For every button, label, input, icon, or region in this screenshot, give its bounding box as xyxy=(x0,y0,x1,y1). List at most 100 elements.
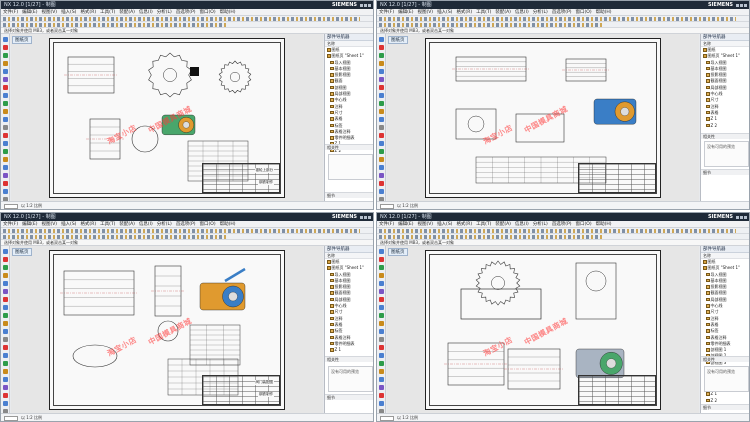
layer-icon[interactable] xyxy=(379,401,384,406)
line-icon[interactable] xyxy=(379,141,384,146)
toolbar-icons[interactable] xyxy=(379,235,603,239)
select-icon[interactable] xyxy=(3,345,8,350)
history-icon[interactable] xyxy=(379,125,384,130)
menu-item[interactable]: 首选项(P) xyxy=(552,10,572,15)
details-panel-header[interactable]: 细节 xyxy=(325,393,373,400)
menu-item[interactable]: 首选项(P) xyxy=(552,222,572,227)
note-icon[interactable] xyxy=(3,69,8,74)
menu-item[interactable]: 窗口(O) xyxy=(576,222,592,227)
history-icon[interactable] xyxy=(379,337,384,342)
settings-icon[interactable] xyxy=(379,109,384,114)
select-icon[interactable] xyxy=(379,133,384,138)
help-icon[interactable] xyxy=(379,329,384,334)
menu-item[interactable]: 编辑(E) xyxy=(22,222,37,227)
help-icon[interactable] xyxy=(379,117,384,122)
view-icon[interactable] xyxy=(3,77,8,82)
menu-item[interactable]: 格式(R) xyxy=(80,10,96,15)
window-controls[interactable] xyxy=(359,214,371,220)
menu-item[interactable]: 文件(F) xyxy=(379,222,394,227)
view-icon[interactable] xyxy=(379,173,384,178)
menu-item[interactable]: 工具(T) xyxy=(100,10,115,15)
circle-icon[interactable] xyxy=(379,53,384,58)
circle-icon[interactable] xyxy=(379,265,384,270)
dimension-icon[interactable] xyxy=(379,369,384,374)
minimize-icon[interactable] xyxy=(736,4,739,7)
toolbar-icons[interactable] xyxy=(379,23,603,27)
navigator-tree-item[interactable]: Z 2 xyxy=(701,123,749,129)
layer-icon[interactable] xyxy=(3,305,8,310)
menu-item[interactable]: 格式(R) xyxy=(456,10,472,15)
menu-item[interactable]: 工具(T) xyxy=(100,222,115,227)
menu-item[interactable]: 文件(F) xyxy=(379,10,394,15)
circle-icon[interactable] xyxy=(3,361,8,366)
line-icon[interactable] xyxy=(3,353,8,358)
graphics-window[interactable]: 图纸页 阀门装配图 钢铁制作 淘宝小店 中国模具商城 xyxy=(11,246,323,415)
menu-item[interactable]: 装配(A) xyxy=(119,10,135,15)
select-icon[interactable] xyxy=(379,249,384,254)
menu-item[interactable]: 视图(V) xyxy=(41,10,57,15)
layer-icon[interactable] xyxy=(379,93,384,98)
toolbar-icons[interactable] xyxy=(379,17,737,21)
menu-item[interactable]: 文件(F) xyxy=(3,10,18,15)
window-controls[interactable] xyxy=(735,2,747,8)
menu-item[interactable]: 信息(I) xyxy=(515,222,529,227)
maximize-icon[interactable] xyxy=(364,4,367,7)
menu-item[interactable]: 首选项(P) xyxy=(176,222,196,227)
window-controls[interactable] xyxy=(735,214,747,220)
circle-icon[interactable] xyxy=(379,361,384,366)
note-icon[interactable] xyxy=(3,165,8,170)
settings-icon[interactable] xyxy=(379,321,384,326)
help-icon[interactable] xyxy=(3,117,8,122)
snap-icon[interactable] xyxy=(379,101,384,106)
settings-icon[interactable] xyxy=(3,321,8,326)
close-icon[interactable] xyxy=(368,216,371,219)
menu-item[interactable]: 视图(V) xyxy=(41,222,57,227)
menu-item[interactable]: 分析(L) xyxy=(533,222,548,227)
view-icon[interactable] xyxy=(3,289,8,294)
dimension-icon[interactable] xyxy=(3,157,8,162)
sheet-tab[interactable]: 图纸页 xyxy=(388,36,408,44)
close-icon[interactable] xyxy=(744,4,747,7)
menu-item[interactable]: 工具(T) xyxy=(476,10,491,15)
select-icon[interactable] xyxy=(3,133,8,138)
line-icon[interactable] xyxy=(3,257,8,262)
navigator-tree-item[interactable]: Z 1 xyxy=(325,347,373,353)
graphics-window[interactable]: 图纸页 淘宝小店 中国模具商城 xyxy=(387,246,699,415)
menu-item[interactable]: 帮助(H) xyxy=(220,222,236,227)
dependencies-panel-header[interactable]: 相关性 xyxy=(325,144,373,150)
menu-item[interactable]: 编辑(E) xyxy=(22,10,37,15)
sheet-tab[interactable]: 图纸页 xyxy=(388,248,408,256)
menu-item[interactable]: 信息(I) xyxy=(139,10,153,15)
menu-item[interactable]: 编辑(E) xyxy=(398,10,413,15)
menu-item[interactable]: 帮助(H) xyxy=(596,10,612,15)
line-icon[interactable] xyxy=(379,353,384,358)
minimize-icon[interactable] xyxy=(360,216,363,219)
details-panel-header[interactable]: 细节 xyxy=(701,168,749,175)
select-icon[interactable] xyxy=(3,37,8,42)
circle-icon[interactable] xyxy=(3,149,8,154)
note-icon[interactable] xyxy=(379,281,384,286)
maximize-icon[interactable] xyxy=(364,216,367,219)
zoom-field[interactable] xyxy=(4,415,18,421)
section-icon[interactable] xyxy=(3,297,8,302)
snap-icon[interactable] xyxy=(3,101,8,106)
menu-item[interactable]: 窗口(O) xyxy=(200,10,216,15)
dimension-icon[interactable] xyxy=(379,157,384,162)
dependencies-panel-header[interactable]: 相关性 xyxy=(325,356,373,362)
zoom-field[interactable] xyxy=(380,203,394,209)
menu-item[interactable]: 插入(S) xyxy=(61,222,76,227)
snap-icon[interactable] xyxy=(3,313,8,318)
view-icon[interactable] xyxy=(3,173,8,178)
line-icon[interactable] xyxy=(3,45,8,50)
dimension-icon[interactable] xyxy=(379,273,384,278)
layer-icon[interactable] xyxy=(379,305,384,310)
view-icon[interactable] xyxy=(379,385,384,390)
menu-item[interactable]: 格式(R) xyxy=(80,222,96,227)
dimension-icon[interactable] xyxy=(3,273,8,278)
menu-item[interactable]: 视图(V) xyxy=(417,222,433,227)
window-controls[interactable] xyxy=(359,2,371,8)
note-icon[interactable] xyxy=(379,165,384,170)
select-icon[interactable] xyxy=(3,249,8,254)
view-icon[interactable] xyxy=(3,385,8,390)
navigator-tree-item[interactable]: Z 2 xyxy=(701,398,749,404)
